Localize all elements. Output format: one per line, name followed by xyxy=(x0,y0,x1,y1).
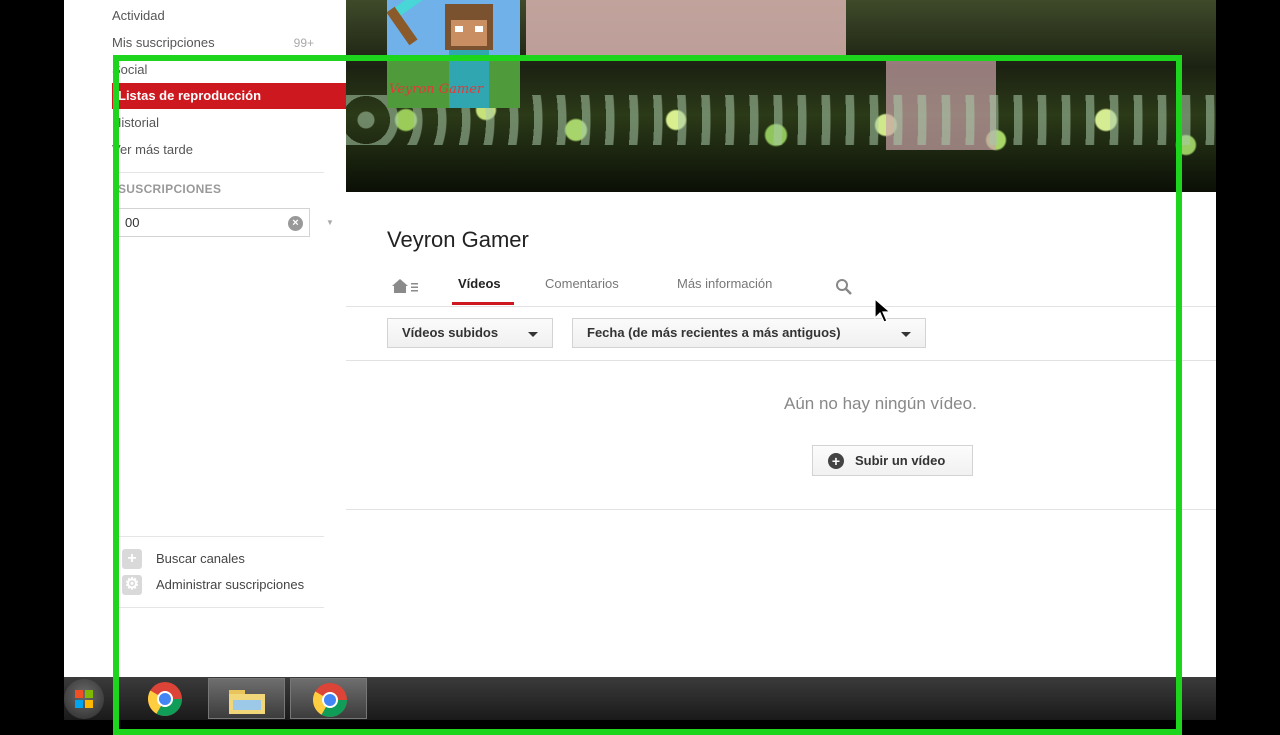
tab-about[interactable]: Más información xyxy=(677,276,772,291)
left-letterbox xyxy=(0,0,64,720)
channel-main-panel: Veyron Gamer Vídeos Comentarios Más info… xyxy=(346,192,1216,677)
right-letterbox xyxy=(1216,0,1280,720)
subscriptions-filter-input[interactable] xyxy=(125,215,275,230)
windows-start-icon[interactable] xyxy=(64,679,104,719)
sidebar-divider xyxy=(118,607,324,608)
plus-icon: + xyxy=(122,549,142,569)
chrome-icon xyxy=(313,683,347,717)
channel-title: Veyron Gamer xyxy=(387,227,529,252)
taskbar-chrome-pinned[interactable] xyxy=(126,678,203,719)
chevron-down-icon[interactable]: ▼ xyxy=(326,218,334,227)
avatar-text: Veyron Gamer xyxy=(389,82,484,97)
sidebar-item-playlists[interactable]: Listas de reproducción xyxy=(112,83,346,109)
taskbar-file-explorer[interactable] xyxy=(208,678,285,719)
gear-icon: ⚙ xyxy=(122,575,142,595)
upload-video-button[interactable]: + Subir un vídeo xyxy=(812,445,973,476)
active-tab-indicator xyxy=(452,302,514,305)
sidebar-item-history[interactable]: Historial xyxy=(112,110,159,136)
taskbar-chrome-active[interactable] xyxy=(290,678,367,719)
windows-taskbar xyxy=(64,677,1216,720)
plus-icon: + xyxy=(828,453,844,469)
subscriptions-heading: SUSCRIPCIONES xyxy=(118,182,222,196)
browser-viewport: Actividad Mis suscripciones 99+ Social L… xyxy=(64,0,1216,677)
subscriptions-filter-box: × xyxy=(118,208,310,237)
home-icon[interactable] xyxy=(391,278,421,294)
tab-comments[interactable]: Comentarios xyxy=(545,276,619,291)
sidebar-item-my-subscriptions[interactable]: Mis suscripciones 99+ xyxy=(112,30,346,56)
tab-videos[interactable]: Vídeos xyxy=(458,276,501,291)
tabs-divider xyxy=(346,306,1216,307)
file-explorer-icon xyxy=(229,690,265,714)
caret-down-icon xyxy=(528,332,538,337)
content-divider xyxy=(346,509,1216,510)
sidebar-divider xyxy=(118,172,324,173)
search-icon[interactable] xyxy=(835,278,853,296)
chrome-icon xyxy=(148,682,182,716)
sidebar-item-activity[interactable]: Actividad xyxy=(112,3,165,29)
filters-divider xyxy=(346,360,1216,361)
clear-filter-icon[interactable]: × xyxy=(288,216,303,231)
mouse-cursor-icon xyxy=(874,298,892,323)
sidebar-divider xyxy=(118,536,324,537)
sort-order-dropdown[interactable]: Fecha (de más recientes a más antiguos) xyxy=(572,318,926,348)
subscriptions-count-badge: 99+ xyxy=(293,36,314,50)
guide-sidebar: Actividad Mis suscripciones 99+ Social L… xyxy=(64,0,347,677)
channel-avatar[interactable]: Veyron Gamer xyxy=(387,0,520,108)
video-type-dropdown[interactable]: Vídeos subidos xyxy=(387,318,553,348)
empty-videos-message: Aún no hay ningún vídeo. xyxy=(784,394,977,413)
caret-down-icon xyxy=(901,332,911,337)
sidebar-item-social[interactable]: Social xyxy=(112,57,147,83)
sidebar-item-watch-later[interactable]: Ver más tarde xyxy=(112,137,193,163)
